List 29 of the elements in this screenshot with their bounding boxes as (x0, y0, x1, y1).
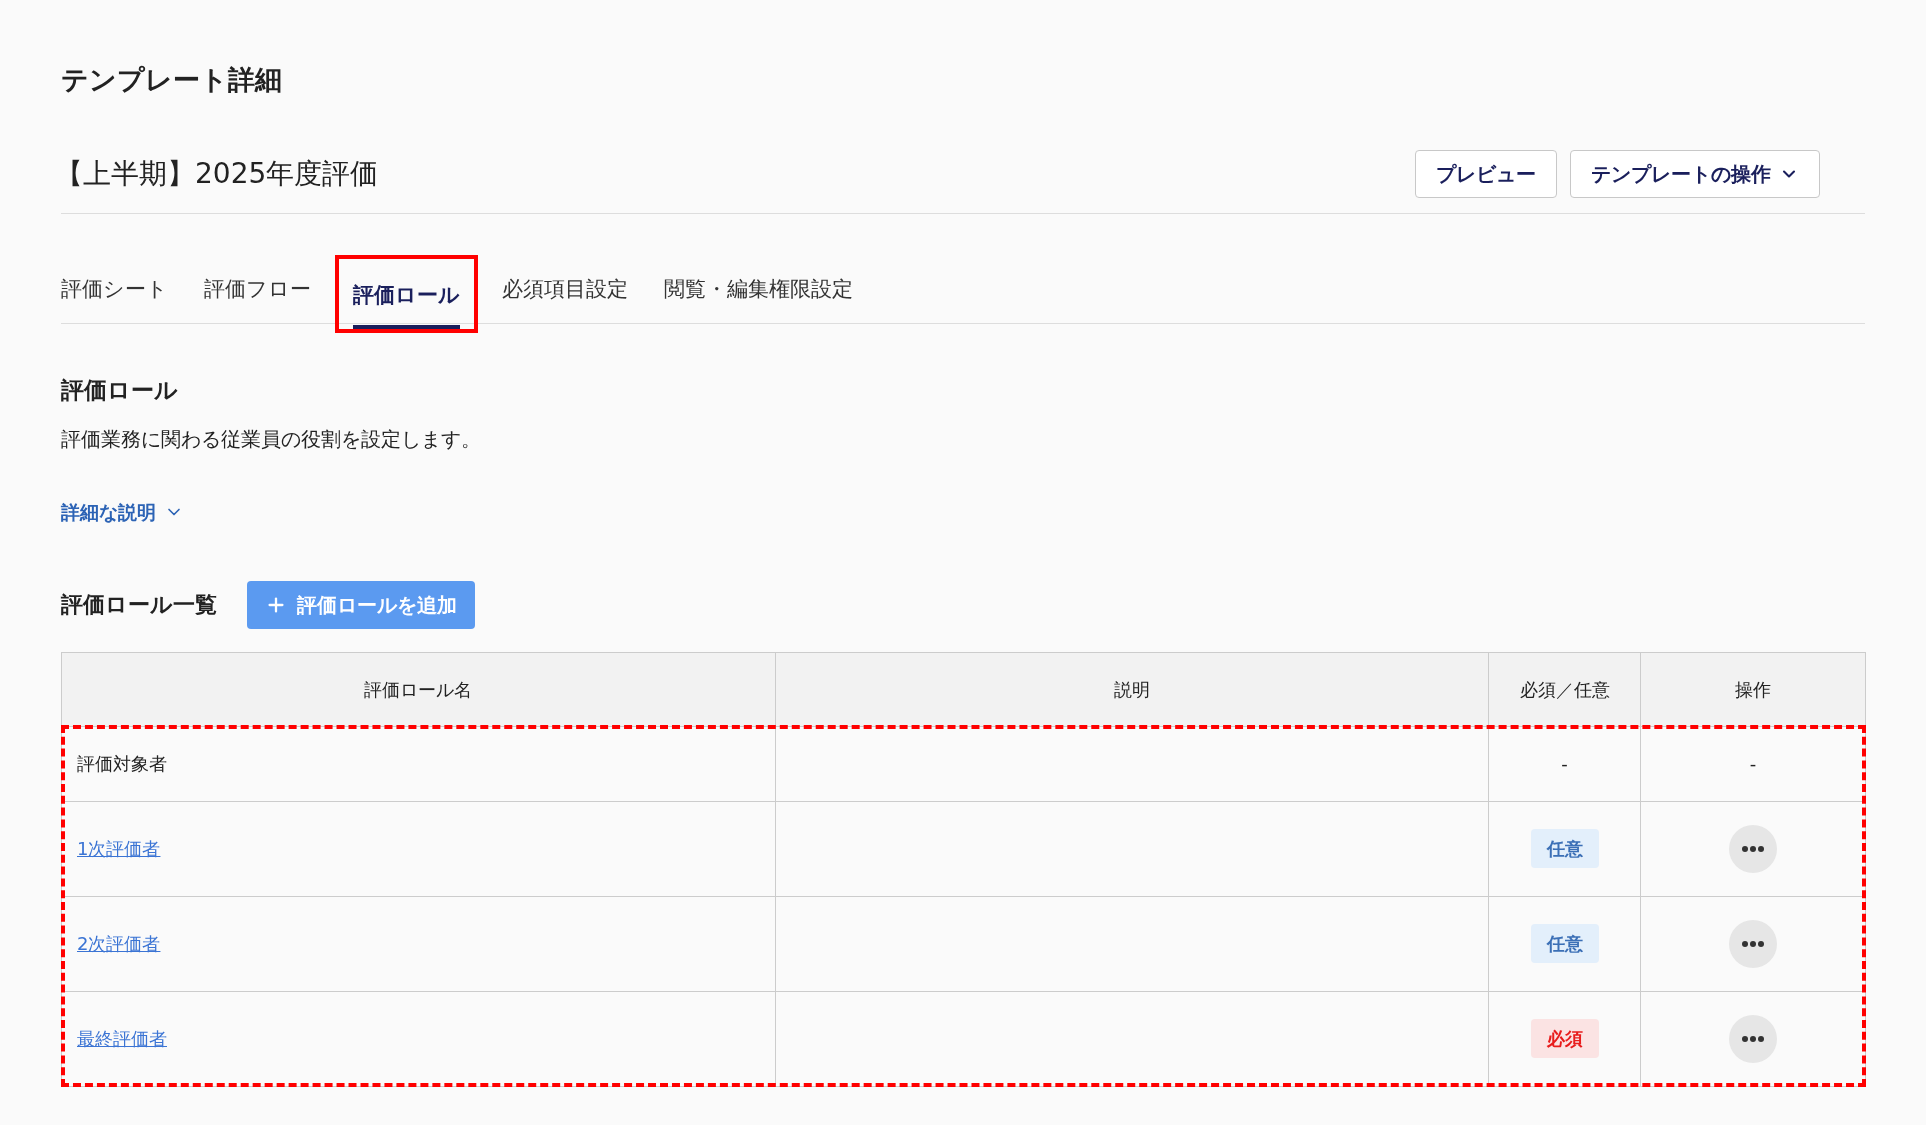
column-header: 説明 (775, 652, 1489, 726)
section-description: 評価業務に関わる従業員の役割を設定します。 (61, 426, 481, 453)
template-actions-button[interactable]: テンプレートの操作 (1570, 150, 1820, 198)
preview-button[interactable]: プレビュー (1415, 150, 1557, 198)
tab[interactable]: 評価シート (61, 261, 168, 323)
template-name: 【上半期】2025年度評価 (55, 156, 379, 192)
column-header: 操作 (1640, 652, 1866, 726)
requirement-badge: 任意 (1530, 924, 1599, 963)
tab[interactable]: 評価フロー (204, 261, 311, 323)
column-header: 評価ロール名 (61, 652, 776, 726)
role-link[interactable]: 最終評価者 (77, 1028, 167, 1049)
requirement-badge: 任意 (1530, 829, 1599, 868)
role-link[interactable]: 2次評価者 (77, 933, 161, 954)
column-header: 必須／任意 (1488, 652, 1641, 726)
empty-mark: - (1561, 753, 1568, 774)
details-toggle[interactable]: 詳細な説明 (61, 498, 184, 527)
empty-mark: - (1749, 753, 1757, 774)
tab[interactable]: 評価ロール (353, 267, 460, 329)
list-title: 評価ロール一覧 (61, 591, 217, 619)
ellipsis-icon (1742, 845, 1765, 852)
page-title: テンプレート詳細 (61, 63, 282, 97)
tab[interactable]: 閲覧・編集権限設定 (664, 261, 853, 323)
ellipsis-icon (1742, 1035, 1765, 1042)
ellipsis-icon (1742, 940, 1765, 947)
requirement-badge: 必須 (1530, 1019, 1599, 1058)
tab[interactable]: 必須項目設定 (502, 261, 628, 323)
role-link[interactable]: 1次評価者 (77, 838, 161, 859)
role-name: 評価対象者 (77, 753, 167, 774)
section-title: 評価ロール (61, 376, 178, 405)
